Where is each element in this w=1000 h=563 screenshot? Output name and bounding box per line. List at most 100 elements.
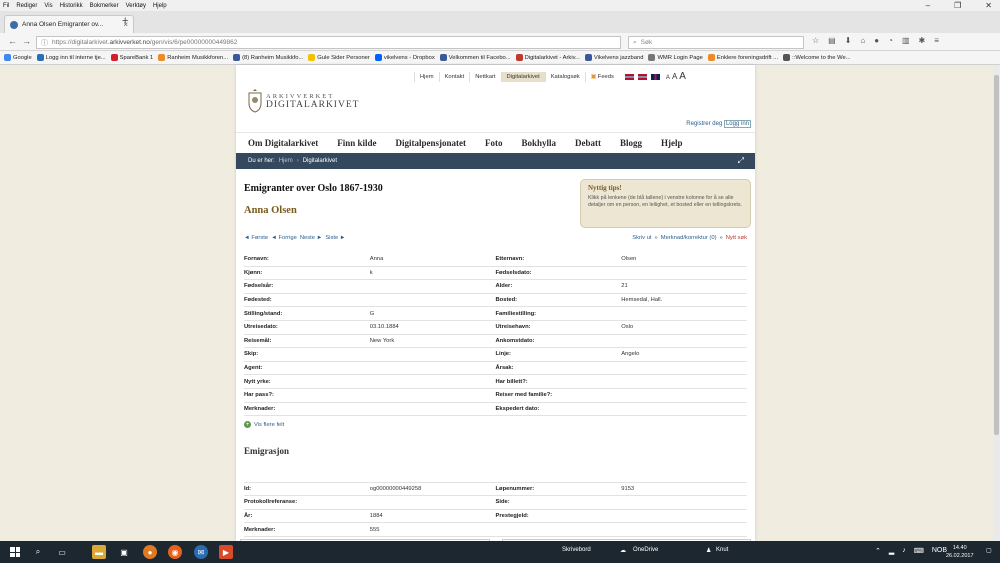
text-size-small[interactable]: A [666,75,670,81]
search-icon: ⌕ [633,38,637,46]
chevron-up-icon[interactable]: ⌃ [875,547,881,555]
system-clock[interactable]: 14.40 26.02.2017 [946,544,974,560]
menu-file[interactable]: Fil [3,3,9,9]
pager-next[interactable]: Neste ► [300,235,323,241]
pager-first[interactable]: ◄ Første [244,235,268,241]
norwegian-flag-icon[interactable] [624,73,634,80]
topnav-feeds[interactable]: ▣ Feeds [584,71,619,82]
bookmark-item[interactable]: Gule Sider Personer [308,54,370,61]
close-window-icon[interactable]: ✕ [985,1,992,10]
user-icon[interactable]: ♟ [706,547,711,554]
address-bar[interactable]: ⓘ https://digitalarkivet.arkivverket.no/… [36,36,621,49]
topnav-sitemap[interactable]: Nettkart [469,71,500,82]
menu-digitalpensjonatet[interactable]: Digitalpensjonatet [396,138,467,148]
pocket-icon[interactable]: ◔ [888,36,893,45]
menu-blog[interactable]: Blogg [620,138,642,148]
browser-tab-active[interactable]: Anna Olsen Emigranter ov... × [4,15,134,33]
text-size-large[interactable]: A [679,71,686,82]
new-tab-icon[interactable]: + [122,15,128,27]
volume-icon[interactable]: ♪ [902,547,906,555]
bookmark-item[interactable]: (8) Ranheim Musikkfo... [233,54,303,61]
bookmark-star-icon[interactable]: ☆ [812,36,819,45]
menu-bookmarks[interactable]: Bokmerker [90,3,119,9]
login-link[interactable]: Logg inn [723,120,751,128]
minimize-icon[interactable]: – [926,1,930,10]
scrollbar-thumb[interactable] [994,75,999,435]
topnav-home[interactable]: Hjem [414,71,439,82]
library-icon[interactable]: ▥ [902,36,910,45]
bookmark-item[interactable]: WMR Login Page [648,54,703,61]
breadcrumb-home[interactable]: Hjem [279,158,293,164]
hamburger-menu-icon[interactable]: ≡ [934,36,939,45]
english-flag-icon[interactable] [650,73,660,80]
keyboard-icon[interactable]: ⌨ [914,547,924,555]
onedrive-label[interactable]: OneDrive [633,547,658,553]
menu-help[interactable]: Hjelp [661,138,683,148]
mail-icon[interactable]: ✉ [194,545,208,559]
bookmark-item[interactable]: Velkommen til Facebo... [439,54,511,61]
topnav-contact[interactable]: Kontakt [438,71,470,82]
logo-text: ARKIVVERKET DIGITALARKIVET [266,93,359,110]
menu-photo[interactable]: Foto [485,138,503,148]
print-link[interactable]: Skriv ut [632,235,651,241]
onedrive-icon[interactable]: ☁ [620,547,626,554]
store-icon[interactable]: ▣ [117,545,131,559]
menu-view[interactable]: Vis [44,3,52,9]
desktop-toolbar[interactable]: Skrivebord [562,547,591,553]
menu-bookshelf[interactable]: Bokhylla [522,138,557,148]
firefox-icon[interactable]: ◉ [168,545,182,559]
menu-about[interactable]: Om Digitalarkivet [248,138,318,148]
search-input[interactable]: ⌕ Søk [628,36,804,49]
text-size-medium[interactable]: A [672,72,677,81]
language-indicator[interactable]: NOB [932,547,947,555]
forward-icon[interactable]: → [22,36,31,46]
bookmark-item[interactable]: vikelvens - Dropbox [374,54,435,61]
page-scrollbar[interactable] [993,65,1000,541]
info-icon[interactable]: ⓘ [41,38,48,48]
bookmark-item[interactable]: ::Welcome to the We... [783,54,851,61]
bookmark-item[interactable]: Enklere foreningsdrift ... [707,54,778,61]
show-more-fields-link[interactable]: + Vis flere felt [244,421,284,428]
reading-list-icon[interactable]: ▤ [828,36,836,45]
clock-date: 26.02.2017 [946,553,974,559]
back-icon[interactable]: ← [8,36,17,46]
home-icon[interactable]: ⌂ [860,36,865,45]
expand-icon[interactable]: ⤢ [738,156,744,166]
search-icon[interactable]: ⌕ [31,545,45,559]
new-search-link[interactable]: Nytt søk [726,235,747,241]
pager-last[interactable]: Siste ► [325,235,345,241]
nynorsk-flag-icon[interactable] [637,73,647,80]
bookmark-item[interactable]: Vikelvens jazzband [584,54,643,61]
menu-history[interactable]: Historikk [60,3,83,9]
app-icon[interactable]: ● [143,545,157,559]
note-link[interactable]: Merknad/korrektur (0) [661,235,717,241]
topnav-digitalarkivet[interactable]: Digitalarkivet [500,71,545,82]
bookmark-item[interactable]: Logg inn til interne tje... [36,54,106,61]
maximize-icon[interactable]: ❐ [954,1,961,10]
menu-edit[interactable]: Rediger [16,3,37,9]
bookmark-item[interactable]: Ranheim Musikkforen... [158,54,228,61]
bookmark-item[interactable]: SpareBank 1 [110,54,153,61]
network-icon[interactable]: ▂ [889,547,894,555]
extension-icon[interactable]: ✱ [919,36,926,45]
windows-start-icon[interactable] [10,547,20,557]
bookmark-item[interactable]: Google [4,54,32,61]
topnav-catalog-search[interactable]: Katalogsøk [544,71,585,82]
user-label[interactable]: Knut [716,547,728,553]
menu-help[interactable]: Hjelp [153,3,167,9]
media-icon[interactable]: ▶ [219,545,233,559]
menu-find-source[interactable]: Finn kilde [337,138,376,148]
task-view-icon[interactable]: ▭ [55,545,69,559]
site-logo[interactable]: ARKIVVERKET DIGITALARKIVET [248,89,359,113]
field-value: G [369,310,375,317]
menu-tools[interactable]: Verktøy [126,3,146,9]
addon-icon[interactable]: ● [874,36,879,45]
bookmark-item[interactable]: Digitalarkivet - Arkiv... [515,54,580,61]
download-icon[interactable]: ⬇ [845,36,852,45]
notifications-icon[interactable]: ▢ [986,547,992,554]
pager-previous[interactable]: ◄ Forrige [271,235,297,241]
menu-debate[interactable]: Debatt [575,138,601,148]
field-label: Side: [495,499,510,506]
file-explorer-icon[interactable]: ▬ [92,545,106,559]
register-link[interactable]: Registrer deg [686,121,722,127]
